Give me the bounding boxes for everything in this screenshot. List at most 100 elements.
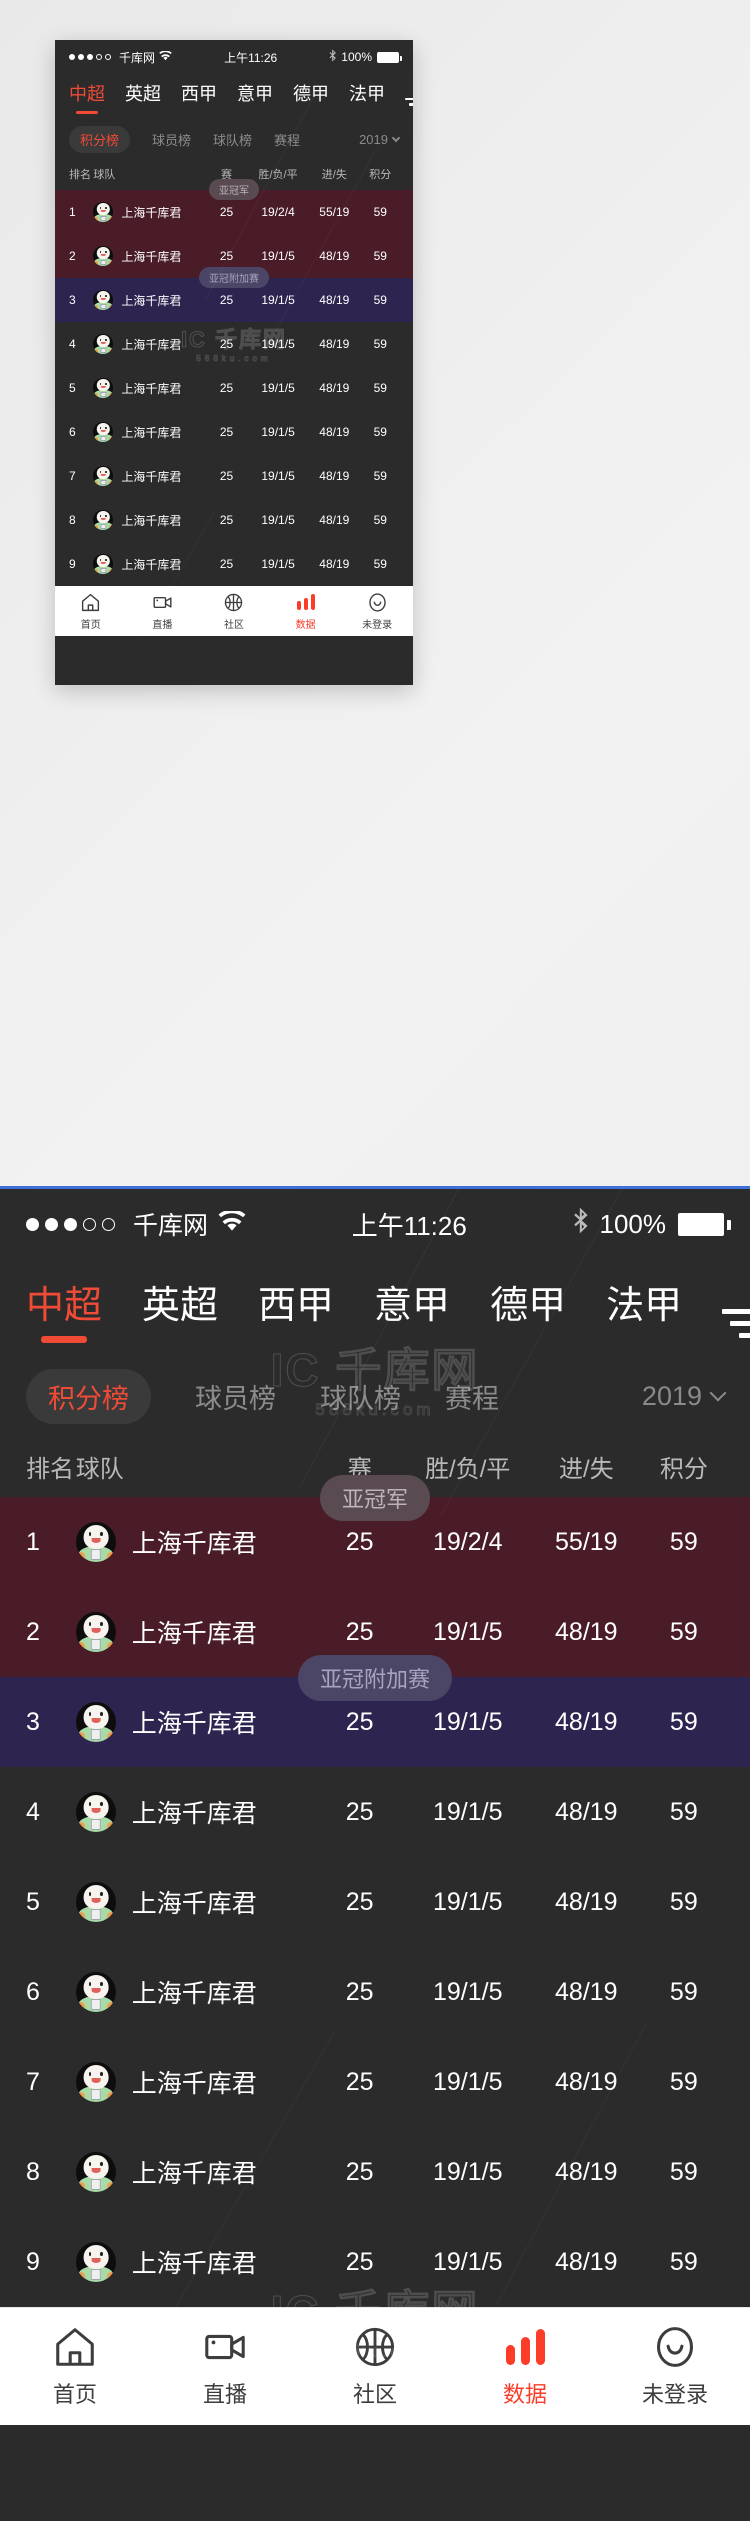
nav-tab-未登录[interactable]: 未登录 — [341, 592, 413, 631]
cell-wdl: 19/1/5 — [261, 469, 295, 483]
sub-tab-teams[interactable]: 球队榜 — [213, 130, 252, 149]
nav-tab-首页[interactable]: 首页 — [55, 592, 127, 631]
table-row[interactable]: 4 上海千库君 25 19/1/5 48/19 59 — [0, 1767, 750, 1857]
table-row[interactable]: 5 上海千库君 25 19/1/5 48/19 59 — [55, 366, 413, 410]
table-row[interactable]: 7 上海千库君 25 19/1/5 48/19 59 — [55, 454, 413, 498]
cell-team[interactable]: 上海千库君 — [75, 1972, 313, 2012]
table-row[interactable]: 亚冠军 1 上海千库君 25 19/2/4 55/19 59 — [0, 1475, 750, 1587]
league-tab-2[interactable]: 西甲 — [258, 1274, 334, 1345]
cell-team[interactable]: 上海千库君 — [93, 202, 204, 222]
nav-tab-首页[interactable]: 首页 — [0, 2324, 150, 2409]
cell-points: 59 — [669, 2247, 698, 2276]
cell-wdl: 19/2/4 — [261, 205, 295, 219]
league-tab-bar[interactable]: 中超 英超 西甲 意甲 德甲 法甲 — [55, 74, 413, 120]
sub-tab-bar[interactable]: 积分榜 球员榜 球队榜 赛程 2019 — [55, 120, 413, 158]
cell-team[interactable]: 上海千库君 — [75, 1522, 313, 1562]
team-avatar — [93, 510, 114, 530]
league-tab-3[interactable]: 意甲 — [237, 80, 273, 114]
cell-team[interactable]: 上海千库君 — [75, 2152, 313, 2192]
cell-team[interactable]: 上海千库君 — [75, 1702, 313, 1742]
league-tab-bar[interactable]: 中超 英超 西甲 意甲 德甲 法甲 — [0, 1259, 750, 1357]
cell-team[interactable]: 上海千库君 — [93, 290, 204, 310]
team-avatar — [75, 2062, 116, 2102]
col-header-points: 积分 — [369, 169, 392, 181]
league-tab-0[interactable]: 中超 — [26, 1274, 102, 1345]
cell-rank: 8 — [26, 2157, 40, 2186]
cell-points: 59 — [373, 249, 387, 263]
season-select[interactable]: 2019 — [642, 1381, 727, 1412]
sub-tab-players[interactable]: 球员榜 — [195, 1377, 276, 1416]
sub-tab-standings[interactable]: 积分榜 — [69, 125, 131, 153]
nav-tab-数据[interactable]: 数据 — [270, 592, 342, 631]
sub-tab-teams[interactable]: 球队榜 — [320, 1377, 401, 1416]
league-tab-5[interactable]: 法甲 — [349, 80, 385, 114]
nav-tab-数据[interactable]: 数据 — [450, 2324, 600, 2409]
status-bar-left: 千库网 — [26, 1206, 246, 1242]
league-tab-5[interactable]: 法甲 — [606, 1274, 682, 1345]
cell-team[interactable]: 上海千库君 — [93, 334, 204, 354]
table-row[interactable]: 7 上海千库君 25 19/1/5 48/19 59 — [0, 2037, 750, 2127]
cell-team[interactable]: 上海千库君 — [93, 554, 204, 574]
table-row[interactable]: 亚冠军 1 上海千库君 25 19/2/4 55/19 59 — [55, 179, 413, 234]
cell-team[interactable]: 上海千库君 — [75, 2062, 313, 2102]
cell-team[interactable]: 上海千库君 — [75, 1612, 313, 1652]
nav-tab-label: 未登录 — [641, 2382, 708, 2407]
phone-mock-large: 千库网 上午11:26 100% 中超 英超 西甲 意甲 德甲 法甲 积分榜 球… — [0, 1186, 750, 2521]
league-tab-4[interactable]: 德甲 — [293, 80, 329, 114]
nav-tab-社区[interactable]: 社区 — [300, 2324, 450, 2409]
nav-tab-直播[interactable]: 直播 — [127, 592, 199, 631]
col-header-goals: 进/失 — [321, 169, 347, 181]
table-row[interactable]: 4 上海千库君 25 19/1/5 48/19 59 — [55, 322, 413, 366]
cell-goals: 48/19 — [319, 249, 350, 263]
league-tab-2[interactable]: 西甲 — [181, 80, 217, 114]
sub-tab-bar[interactable]: 积分榜 球员榜 球队榜 赛程 2019 — [0, 1357, 750, 1435]
cell-played: 25 — [345, 2157, 374, 2186]
cell-team[interactable]: 上海千库君 — [75, 1882, 313, 1922]
nav-tab-直播[interactable]: 直播 — [150, 2324, 300, 2409]
cell-goals: 48/19 — [319, 513, 350, 527]
sort-filter-icon[interactable] — [722, 1309, 750, 1345]
cell-team[interactable]: 上海千库君 — [93, 246, 204, 266]
season-select[interactable]: 2019 — [359, 132, 401, 147]
cell-team[interactable]: 上海千库君 — [93, 510, 204, 530]
team-name: 上海千库君 — [131, 1620, 257, 1648]
league-tab-0[interactable]: 中超 — [69, 80, 105, 114]
sort-filter-icon[interactable] — [405, 97, 413, 115]
cell-team[interactable]: 上海千库君 — [93, 378, 204, 398]
sub-tab-standings[interactable]: 积分榜 — [26, 1368, 151, 1424]
bottom-nav-bar[interactable]: 首页 直播 社区 数据 未登录 — [55, 586, 413, 636]
table-row[interactable]: 9 上海千库君 25 19/1/5 48/19 59 — [55, 542, 413, 586]
cell-points: 59 — [669, 2157, 698, 2186]
table-row[interactable]: 9 上海千库君 25 19/1/5 48/19 59 — [0, 2217, 750, 2307]
league-tab-4[interactable]: 德甲 — [490, 1274, 566, 1345]
bottom-nav-bar[interactable]: 首页 直播 社区 数据 未登录 — [0, 2307, 750, 2425]
league-tab-1[interactable]: 英超 — [142, 1274, 218, 1345]
cell-played: 25 — [219, 469, 234, 483]
status-bar-left: 千库网 — [69, 49, 172, 66]
battery-percent-label: 100% — [599, 1208, 667, 1239]
league-tab-1[interactable]: 英超 — [125, 80, 161, 114]
cell-team[interactable]: 上海千库君 — [93, 466, 204, 486]
cell-team[interactable]: 上海千库君 — [75, 2242, 313, 2282]
table-row[interactable]: 亚冠附加赛 3 上海千库君 25 19/1/5 48/19 59 — [0, 1655, 750, 1767]
sub-tab-schedule[interactable]: 赛程 — [445, 1377, 499, 1416]
cell-team[interactable]: 上海千库君 — [75, 1792, 313, 1832]
nav-tab-社区[interactable]: 社区 — [198, 592, 270, 631]
table-row[interactable]: 6 上海千库君 25 19/1/5 48/19 59 — [0, 1947, 750, 2037]
league-tab-3[interactable]: 意甲 — [374, 1274, 450, 1345]
table-row[interactable]: 8 上海千库君 25 19/1/5 48/19 59 — [55, 498, 413, 542]
table-row[interactable]: 亚冠附加赛 3 上海千库君 25 19/1/5 48/19 59 — [55, 267, 413, 322]
video-icon — [152, 592, 173, 613]
nav-tab-未登录[interactable]: 未登录 — [600, 2324, 750, 2409]
sub-tab-players[interactable]: 球员榜 — [152, 130, 191, 149]
cell-points: 59 — [669, 1707, 698, 1736]
table-row[interactable]: 8 上海千库君 25 19/1/5 48/19 59 — [0, 2127, 750, 2217]
table-row[interactable]: 5 上海千库君 25 19/1/5 48/19 59 — [0, 1857, 750, 1947]
sub-tab-schedule[interactable]: 赛程 — [274, 130, 300, 149]
cell-wdl: 19/1/5 — [432, 2067, 503, 2096]
league-tab-label: 中超 — [69, 84, 105, 104]
cell-goals: 48/19 — [555, 2247, 618, 2276]
cell-rank: 1 — [26, 1527, 40, 1556]
table-row[interactable]: 6 上海千库君 25 19/1/5 48/19 59 — [55, 410, 413, 454]
cell-team[interactable]: 上海千库君 — [93, 422, 204, 442]
